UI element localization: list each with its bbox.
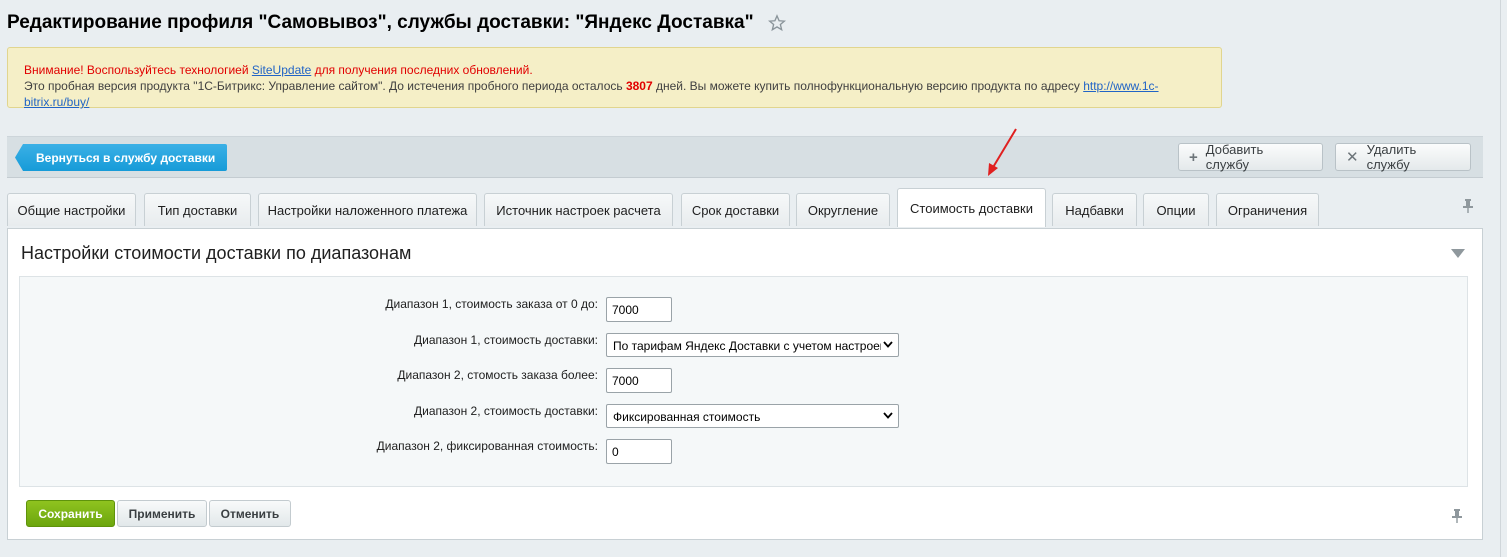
add-service-button[interactable]: + Добавить службу [1178, 142, 1323, 172]
siteupdate-link[interactable]: SiteUpdate [252, 63, 311, 77]
range1-cost-select[interactable]: По тарифам Яндекс Доставки с учетом наст… [606, 333, 899, 357]
range1-cost-selected: По тарифам Яндекс Доставки с учетом наст… [613, 339, 881, 353]
chevron-down-icon [883, 341, 893, 348]
star-icon[interactable] [767, 14, 786, 32]
add-service-label: Добавить службу [1205, 142, 1264, 172]
arrow-annotation [988, 128, 1017, 176]
close-icon: ✕ [1346, 149, 1359, 166]
chevron-down-icon [883, 412, 893, 419]
trial-text-prefix: Это пробная версия продукта "1С-Битрикс:… [24, 79, 626, 93]
range1-order-label: Диапазон 1, стоимость заказа от 0 до: [385, 297, 598, 311]
warning-text-suffix: для получения последних обновлений. [311, 63, 533, 77]
range2-cost-selected: Фиксированная стоимость [613, 410, 761, 424]
plus-icon: + [1189, 148, 1198, 166]
toolbar: Вернуться в службу доставки + Добавить с… [7, 136, 1483, 178]
back-to-service-button[interactable]: Вернуться в службу доставки [15, 144, 227, 171]
tab-cod-settings[interactable]: Настройки наложенного платежа [258, 193, 477, 226]
delete-service-label: Удалить службу [1366, 142, 1417, 172]
tab-delivery-type[interactable]: Тип доставки [144, 193, 251, 226]
delete-service-button[interactable]: ✕ Удалить службу [1335, 142, 1471, 172]
scrollbar[interactable] [1500, 0, 1507, 557]
warning-text-prefix: Внимание! Воспользуйтесь технологией [24, 63, 252, 77]
range2-cost-select[interactable]: Фиксированная стоимость [606, 404, 899, 428]
range2-fixed-input[interactable]: 0 [606, 439, 672, 464]
tab-restrictions[interactable]: Ограничения [1216, 193, 1319, 226]
save-button[interactable]: Сохранить [26, 500, 115, 527]
warning-line: Внимание! Воспользуйтесь технологией Sit… [24, 62, 1221, 78]
tab-surcharges[interactable]: Надбавки [1052, 193, 1137, 226]
range2-order-label: Диапазон 2, стомость заказа более: [397, 368, 598, 382]
range2-fixed-label: Диапазон 2, фиксированная стоимость: [376, 439, 598, 453]
settings-panel: Настройки стоимости доставки по диапазон… [7, 228, 1483, 540]
range2-order-input[interactable]: 7000 [606, 368, 672, 393]
range2-cost-label: Диапазон 2, стоимость доставки: [413, 404, 598, 418]
apply-button[interactable]: Применить [117, 500, 207, 527]
title-row: Редактирование профиля "Самовывоз", служ… [7, 10, 786, 36]
chevron-down-icon[interactable] [1451, 249, 1465, 258]
tab-delivery-period[interactable]: Срок доставки [681, 193, 790, 226]
update-notice: Внимание! Воспользуйтесь технологией Sit… [7, 47, 1222, 110]
cancel-button[interactable]: Отменить [209, 500, 291, 527]
range1-order-input[interactable]: 7000 [606, 297, 672, 322]
pin-icon[interactable] [1451, 508, 1463, 524]
trial-line: Это пробная версия продукта "1С-Битрикс:… [24, 78, 1221, 110]
range1-cost-label: Диапазон 1, стоимость доставки: [413, 333, 598, 347]
trial-days: 3807 [625, 79, 653, 93]
trial-text-middle: дней. Вы можете купить полнофункциональн… [652, 79, 1084, 93]
tab-rounding[interactable]: Округление [796, 193, 890, 226]
tab-general-settings[interactable]: Общие настройки [7, 193, 136, 226]
pin-icon[interactable] [1462, 198, 1474, 214]
section-title: Настройки стоимости доставки по диапазон… [21, 243, 412, 263]
tab-calc-source[interactable]: Источник настроек расчета [484, 193, 673, 226]
range-settings-form: Диапазон 1, стоимость заказа от 0 до: 70… [19, 276, 1468, 487]
page-title: Редактирование профиля "Самовывоз", служ… [7, 12, 754, 33]
tab-delivery-cost[interactable]: Стоимость доставки [897, 188, 1046, 227]
tab-options[interactable]: Опции [1143, 193, 1209, 226]
